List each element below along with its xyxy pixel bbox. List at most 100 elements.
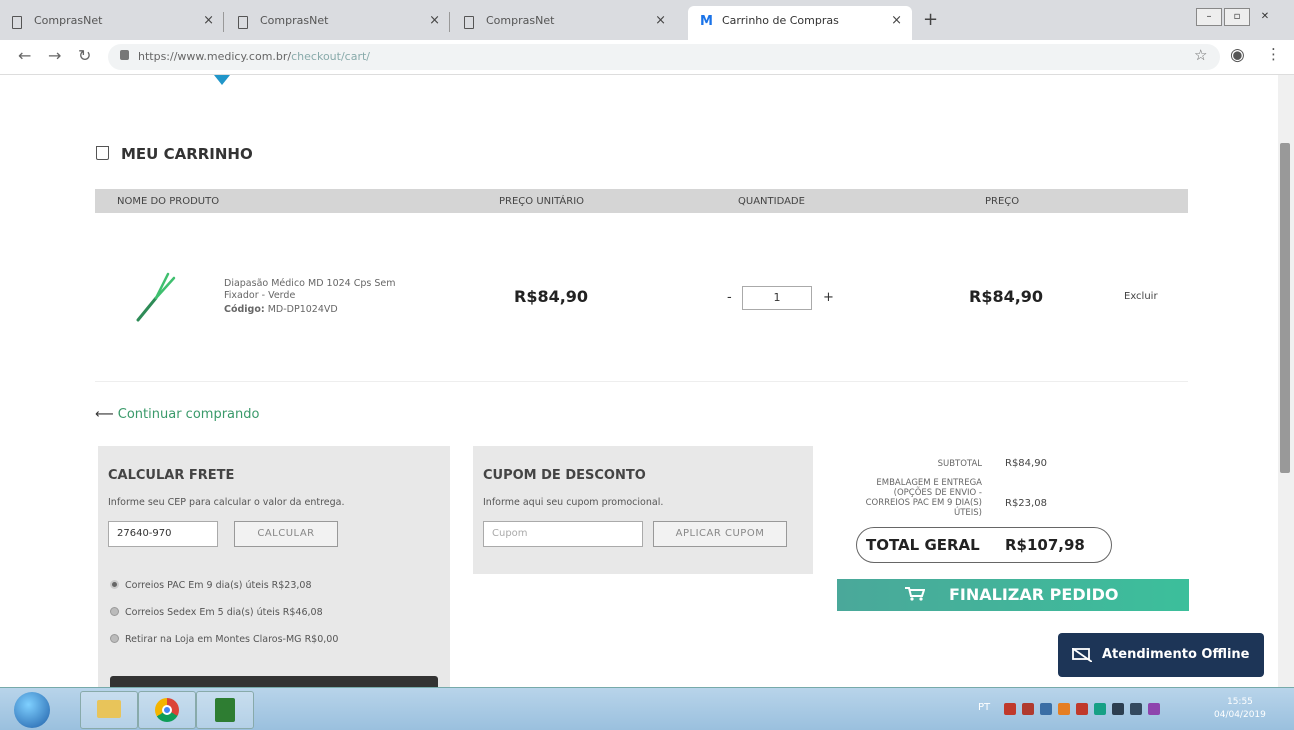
calculate-button[interactable]: CALCULAR — [234, 521, 338, 547]
shipping-option-sedex[interactable]: Correios Sedex Em 5 dia(s) úteis R$46,08 — [110, 607, 323, 618]
offline-chat-label: Atendimento Offline — [1102, 647, 1250, 662]
shipping-option-pickup[interactable]: Retirar na Loja em Montes Claros-MG R$0,… — [110, 634, 338, 645]
cart-table-header: NOME DO PRODUTO PREÇO UNITÁRIO QUANTIDAD… — [95, 189, 1188, 213]
maximize-icon[interactable]: ▫ — [1224, 8, 1250, 26]
quantity-increase-button[interactable]: + — [823, 290, 834, 305]
tray-icon[interactable] — [1004, 703, 1016, 715]
tab-carrinho[interactable]: M Carrinho de Compras × — [688, 6, 912, 40]
subtotal-label: SUBTOTAL — [937, 459, 982, 469]
product-code-label: Código: — [224, 304, 265, 315]
column-header-quantity: QUANTIDADE — [738, 196, 805, 207]
navigation-bar: ← → ↻ https://www.medicy.com.br/checkout… — [0, 40, 1294, 75]
tab-strip: ComprasNet × ComprasNet × ComprasNet × M… — [0, 0, 1294, 40]
quantity-decrease-button[interactable]: - — [727, 290, 732, 305]
cart-icon — [905, 587, 925, 601]
lock-icon — [120, 50, 129, 60]
scrollbar-thumb[interactable] — [1280, 143, 1290, 473]
tray-icon[interactable] — [1022, 703, 1034, 715]
arrow-left-icon: ⟵ — [95, 407, 114, 422]
column-header-price: PREÇO — [985, 196, 1020, 207]
tray-icon[interactable] — [1076, 703, 1088, 715]
apply-coupon-button[interactable]: APLICAR CUPOM — [653, 521, 787, 547]
shipping-option-pac[interactable]: Correios PAC Em 9 dia(s) úteis R$23,08 — [110, 580, 312, 591]
chat-offline-icon — [1072, 648, 1092, 662]
tuning-fork-image — [136, 272, 176, 322]
tab-comprasnet-2[interactable]: ComprasNet × — [226, 6, 450, 40]
coupon-input[interactable]: Cupom — [483, 521, 643, 547]
tab-comprasnet-3[interactable]: ComprasNet × — [452, 6, 676, 40]
close-icon[interactable]: × — [891, 13, 902, 28]
remove-item-link[interactable]: Excluir — [1124, 291, 1158, 302]
cep-input[interactable]: 27640-970 — [108, 521, 218, 547]
bookmark-star-icon[interactable]: ☆ — [1194, 46, 1207, 64]
window-close-icon[interactable]: ✕ — [1252, 8, 1278, 26]
medicy-logo-icon: M — [700, 14, 713, 29]
shipping-value: R$23,08 — [1005, 498, 1047, 509]
shipping-panel: CALCULAR FRETE Informe seu CEP para calc… — [98, 446, 450, 687]
close-icon[interactable]: × — [429, 13, 440, 28]
clock-date: 04/04/2019 — [1214, 710, 1266, 720]
close-icon[interactable]: × — [655, 13, 666, 28]
minimize-icon[interactable]: – — [1196, 8, 1222, 26]
checkout-button-label: FINALIZAR PEDIDO — [949, 585, 1119, 604]
chrome-taskbar-icon[interactable] — [138, 691, 196, 729]
page-icon — [12, 16, 22, 29]
explorer-taskbar-icon[interactable] — [80, 691, 138, 729]
line-price: R$84,90 — [969, 287, 1044, 306]
subtotal-value: R$84,90 — [1005, 458, 1047, 469]
continue-shopping-link[interactable]: ⟵ Continuar comprando — [95, 407, 259, 422]
shopping-bag-icon — [96, 146, 109, 160]
shipping-summary-line: EMBALAGEM E ENTREGA — [876, 478, 982, 488]
column-header-unit-price: PREÇO UNITÁRIO — [499, 196, 585, 207]
radio-icon[interactable] — [110, 634, 119, 643]
taskbar: PT 15:55 04/04/2019 — [0, 687, 1294, 730]
recalculate-button[interactable] — [110, 676, 438, 687]
coupon-panel: CUPOM DE DESCONTO Informe aqui seu cupom… — [473, 446, 813, 574]
tray-icon[interactable] — [1094, 703, 1106, 715]
radio-selected-icon[interactable] — [110, 580, 119, 589]
radio-icon[interactable] — [110, 607, 119, 616]
product-name[interactable]: Diapasão Médico MD 1024 Cps Sem Fixador … — [224, 278, 424, 302]
close-icon[interactable]: × — [203, 13, 214, 28]
page-scrollbar[interactable] — [1278, 75, 1294, 687]
forward-icon[interactable]: → — [48, 46, 61, 65]
tray-icon[interactable] — [1040, 703, 1052, 715]
network-icon[interactable] — [1112, 703, 1124, 715]
shipping-option-label: Correios Sedex Em 5 dia(s) úteis R$46,08 — [125, 607, 323, 618]
language-indicator[interactable]: PT — [978, 702, 990, 713]
shipping-summary-line: CORREIOS PAC EM 9 DIA(S) — [865, 498, 982, 508]
shipping-title: CALCULAR FRETE — [108, 468, 235, 483]
menu-dots-icon[interactable]: ⋮ — [1266, 45, 1281, 63]
address-bar[interactable]: https://www.medicy.com.br/checkout/cart/ — [108, 44, 1220, 70]
page-icon — [464, 16, 474, 29]
page-content: MEU CARRINHO NOME DO PRODUTO PREÇO UNITÁ… — [0, 75, 1278, 687]
checkout-button[interactable]: FINALIZAR PEDIDO — [837, 579, 1189, 611]
tab-label: ComprasNet — [34, 14, 103, 27]
start-button-icon[interactable] — [14, 692, 50, 728]
unit-price: R$84,90 — [514, 287, 589, 306]
page-icon — [238, 16, 248, 29]
clock-time: 15:55 — [1226, 697, 1253, 707]
product-code-value: MD-DP1024VD — [267, 304, 338, 315]
offline-chat-button[interactable]: Atendimento Offline — [1058, 633, 1264, 677]
account-icon[interactable]: ◉ — [1230, 45, 1245, 65]
tab-comprasnet-1[interactable]: ComprasNet × — [0, 6, 224, 40]
new-tab-icon[interactable]: + — [923, 9, 938, 30]
dropdown-marker-icon — [214, 75, 230, 85]
shipping-summary-line: (OPÇÕES DE ENVIO - — [893, 488, 982, 498]
volume-icon[interactable] — [1130, 703, 1142, 715]
row-divider — [95, 381, 1188, 382]
quantity-input[interactable]: 1 — [742, 286, 812, 310]
coupon-title: CUPOM DE DESCONTO — [483, 468, 646, 483]
url-path: checkout/cart/ — [291, 50, 370, 63]
shipping-option-label: Retirar na Loja em Montes Claros-MG R$0,… — [125, 634, 339, 645]
shipping-summary-label: EMBALAGEM E ENTREGA (OPÇÕES DE ENVIO - C… — [830, 478, 982, 518]
clock[interactable]: 15:55 04/04/2019 — [1214, 696, 1266, 722]
back-icon[interactable]: ← — [18, 46, 31, 65]
product-code: Código: MD-DP1024VD — [224, 304, 338, 315]
spreadsheet-taskbar-icon[interactable] — [196, 691, 254, 729]
tray-icon[interactable] — [1148, 703, 1160, 715]
reload-icon[interactable]: ↻ — [78, 46, 91, 65]
tray-icon[interactable] — [1058, 703, 1070, 715]
shipping-summary-line: ÚTEIS) — [953, 508, 982, 518]
